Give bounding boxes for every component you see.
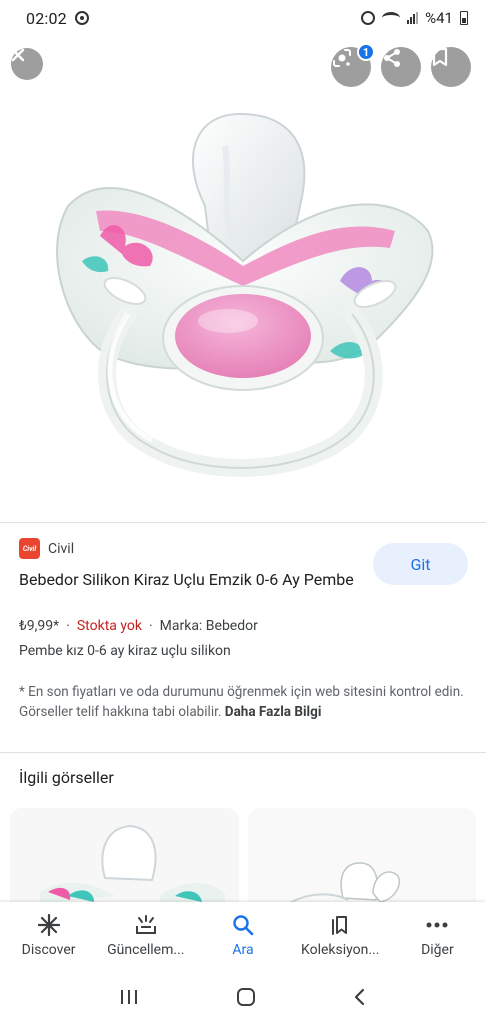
back-button[interactable] [352,987,368,1011]
recents-icon [120,990,137,1004]
updates-icon [134,912,158,938]
more-info-link[interactable]: Daha Fazla Bilgi [225,704,322,720]
wifi-icon [382,12,401,24]
battery-icon [460,11,468,25]
nav-discover[interactable]: Discover [0,902,97,974]
nav-search[interactable]: Ara [194,902,291,974]
source-logo: Civil [19,538,40,559]
nav-search-label: Ara [232,942,254,958]
battery-percent: %41 [425,9,453,27]
brand: Marka: Bebedor [159,618,258,634]
nav-collections-label: Koleksiyon... [300,942,380,958]
stock-status: Stokta yok [76,618,142,634]
signal-icon [407,12,419,24]
source-name: Civil [48,540,75,557]
related-image-2[interactable] [248,808,476,904]
nav-discover-label: Discover [21,942,76,958]
nav-collections[interactable]: Koleksiyon... [292,902,389,974]
collections-icon [329,912,351,938]
status-time: 02:02 [26,8,67,28]
system-navigation [0,974,486,1024]
recents-button[interactable] [118,988,140,1010]
share-button[interactable] [381,47,421,87]
close-button[interactable] [11,48,43,80]
go-button[interactable]: Git [373,543,468,585]
divider [0,522,486,523]
related-image-1-graphic [10,808,239,904]
status-indicators: %41 [361,9,468,27]
share-icon [384,49,400,67]
more-icon [426,912,448,938]
close-icon [11,48,25,62]
asterisk-icon [37,912,60,938]
pacifier-image [56,112,434,477]
bookmark-icon [432,47,448,67]
nav-more[interactable]: Diğer [389,902,486,974]
nav-updates[interactable]: Güncellem... [97,902,194,974]
separator: · [66,618,70,634]
nav-more-label: Diğer [421,942,454,958]
nav-updates-label: Güncellem... [107,942,185,958]
home-icon [236,988,255,1006]
sync-icon [74,11,89,25]
product-meta: ₺9,99* · Stokta yok · Marka: Bebedor [19,618,258,634]
back-icon [355,988,365,1006]
bottom-navigation: Discover Güncellem... Ara Koleksiyon... … [0,902,486,974]
alarm-icon [361,11,376,25]
status-bar: 02:02 %41 [0,0,486,36]
divider [0,752,486,753]
product-description: Pembe kız 0-6 ay kiraz uçlu silikon [19,643,231,659]
source-row[interactable]: Civil Civil [19,538,74,559]
lens-badge: 1 [357,43,375,61]
lens-icon [333,49,351,67]
disclaimer: * En son fiyatları ve oda durumunu öğren… [19,682,474,722]
related-images-title: İlgili görseller [19,768,114,787]
save-button[interactable] [431,47,471,87]
product-title[interactable]: Bebedor Silikon Kiraz Uçlu Emzik 0-6 Ay … [19,567,364,593]
home-button[interactable] [235,986,257,1012]
separator: · [148,618,153,634]
related-image-2-graphic [248,808,476,904]
image-viewer: 1 [0,36,486,522]
price: ₺9,99* [19,618,60,634]
related-image-1[interactable] [10,808,239,904]
search-icon [232,912,254,938]
